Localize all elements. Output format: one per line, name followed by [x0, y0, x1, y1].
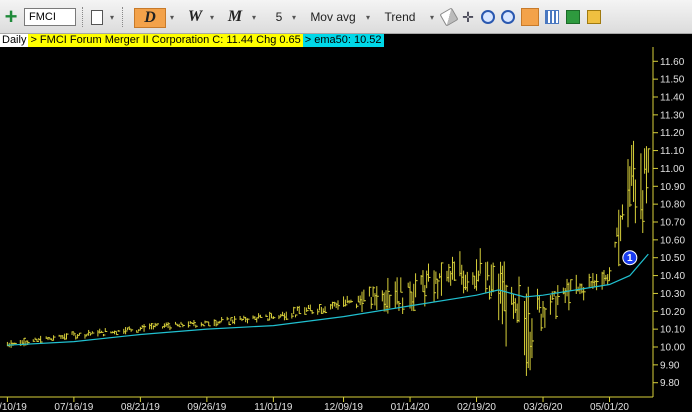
x-tick-label: 08/21/19 [121, 402, 160, 412]
annotation-marker[interactable]: 1 [622, 250, 638, 266]
y-tick-label: 11.40 [660, 93, 685, 104]
x-axis-ticks: 06/10/19 07/16/19 08/21/19 09/26/19 11/01/19… [0, 397, 629, 412]
add-icon[interactable]: + [2, 0, 20, 34]
bar-chart-icon[interactable] [521, 8, 539, 26]
y-tick-label: 9.90 [660, 360, 680, 371]
y-tick-label: 11.10 [660, 146, 685, 157]
y-tick-label: 11.60 [660, 57, 685, 68]
x-tick-label: 02/19/20 [457, 402, 496, 412]
period-monthly-button[interactable]: M [224, 0, 246, 34]
chevron-down-icon[interactable]: ▾ [290, 0, 298, 34]
period-label: Daily [0, 34, 29, 47]
period-daily-button[interactable]: D [134, 8, 166, 28]
chevron-down-icon[interactable]: ▾ [250, 0, 258, 34]
annotation-label: 1 [627, 253, 633, 264]
status-bar: Daily > FMCI Forum Merger II Corporation… [0, 34, 384, 47]
y-axis-ticks: 11.60 11.50 11.40 11.30 11.20 11.10 11.00 10.90… [653, 57, 685, 389]
ema-label: > ema50: 10.52 [302, 34, 384, 47]
x-tick-label: 03/26/20 [524, 402, 563, 412]
export-excel-icon[interactable] [566, 10, 580, 24]
x-tick-label: 07/16/19 [54, 402, 93, 412]
y-tick-label: 10.90 [660, 182, 685, 193]
chevron-down-icon[interactable]: ▾ [208, 0, 216, 34]
y-tick-label: 10.70 [660, 218, 685, 229]
zoom-in-icon[interactable] [481, 10, 495, 24]
y-tick-label: 11.20 [660, 128, 685, 139]
indicator-dropdown[interactable]: Mov avg [308, 0, 358, 34]
new-document-icon[interactable] [90, 0, 104, 34]
y-tick-label: 10.30 [660, 289, 685, 300]
x-tick-label: 06/10/19 [0, 402, 27, 412]
y-tick-label: 10.50 [660, 253, 685, 264]
quote-label: > FMCI Forum Merger II Corporation C: 11… [28, 34, 303, 47]
x-tick-label: 01/14/20 [391, 402, 430, 412]
interval-value[interactable]: 5 [270, 0, 288, 34]
trend-dropdown[interactable]: Trend [380, 0, 420, 34]
y-tick-label: 11.50 [660, 75, 685, 86]
y-tick-label: 11.30 [660, 110, 685, 121]
chevron-down-icon[interactable]: ▾ [364, 0, 372, 34]
toolbar: + ▾ D ▾ W ▾ M ▾ 5 ▾ Mov avg ▾ Trend ▾ ✛ [0, 0, 692, 34]
toolbar-separator [82, 7, 83, 27]
x-tick-label: 09/26/19 [187, 402, 226, 412]
chevron-down-icon[interactable]: ▾ [108, 0, 116, 34]
eraser-icon[interactable] [439, 7, 459, 27]
y-tick-label: 9.80 [660, 378, 680, 389]
y-tick-label: 10.20 [660, 307, 685, 318]
period-weekly-button[interactable]: W [184, 0, 206, 34]
symbol-input[interactable] [24, 8, 76, 26]
y-tick-label: 10.00 [660, 343, 685, 354]
clipboard-icon[interactable] [587, 10, 601, 24]
y-tick-label: 11.00 [660, 164, 685, 175]
y-tick-label: 10.60 [660, 235, 685, 246]
x-tick-label: 05/01/20 [590, 402, 629, 412]
chevron-down-icon[interactable]: ▾ [168, 0, 176, 34]
chevron-down-icon[interactable]: ▾ [428, 0, 436, 34]
price-bars [6, 140, 651, 376]
grid-icon[interactable] [545, 10, 559, 24]
zoom-out-icon[interactable] [501, 10, 515, 24]
y-tick-label: 10.10 [660, 325, 685, 336]
x-tick-label: 12/09/19 [324, 402, 363, 412]
price-chart[interactable]: 11.60 11.50 11.40 11.30 11.20 11.10 11.00 10.90… [0, 47, 692, 412]
toolbar-separator [122, 7, 123, 27]
y-tick-label: 10.40 [660, 271, 685, 282]
crosshair-icon[interactable]: ✛ [460, 0, 476, 34]
y-tick-label: 10.80 [660, 200, 685, 211]
x-tick-label: 11/01/19 [254, 402, 293, 412]
